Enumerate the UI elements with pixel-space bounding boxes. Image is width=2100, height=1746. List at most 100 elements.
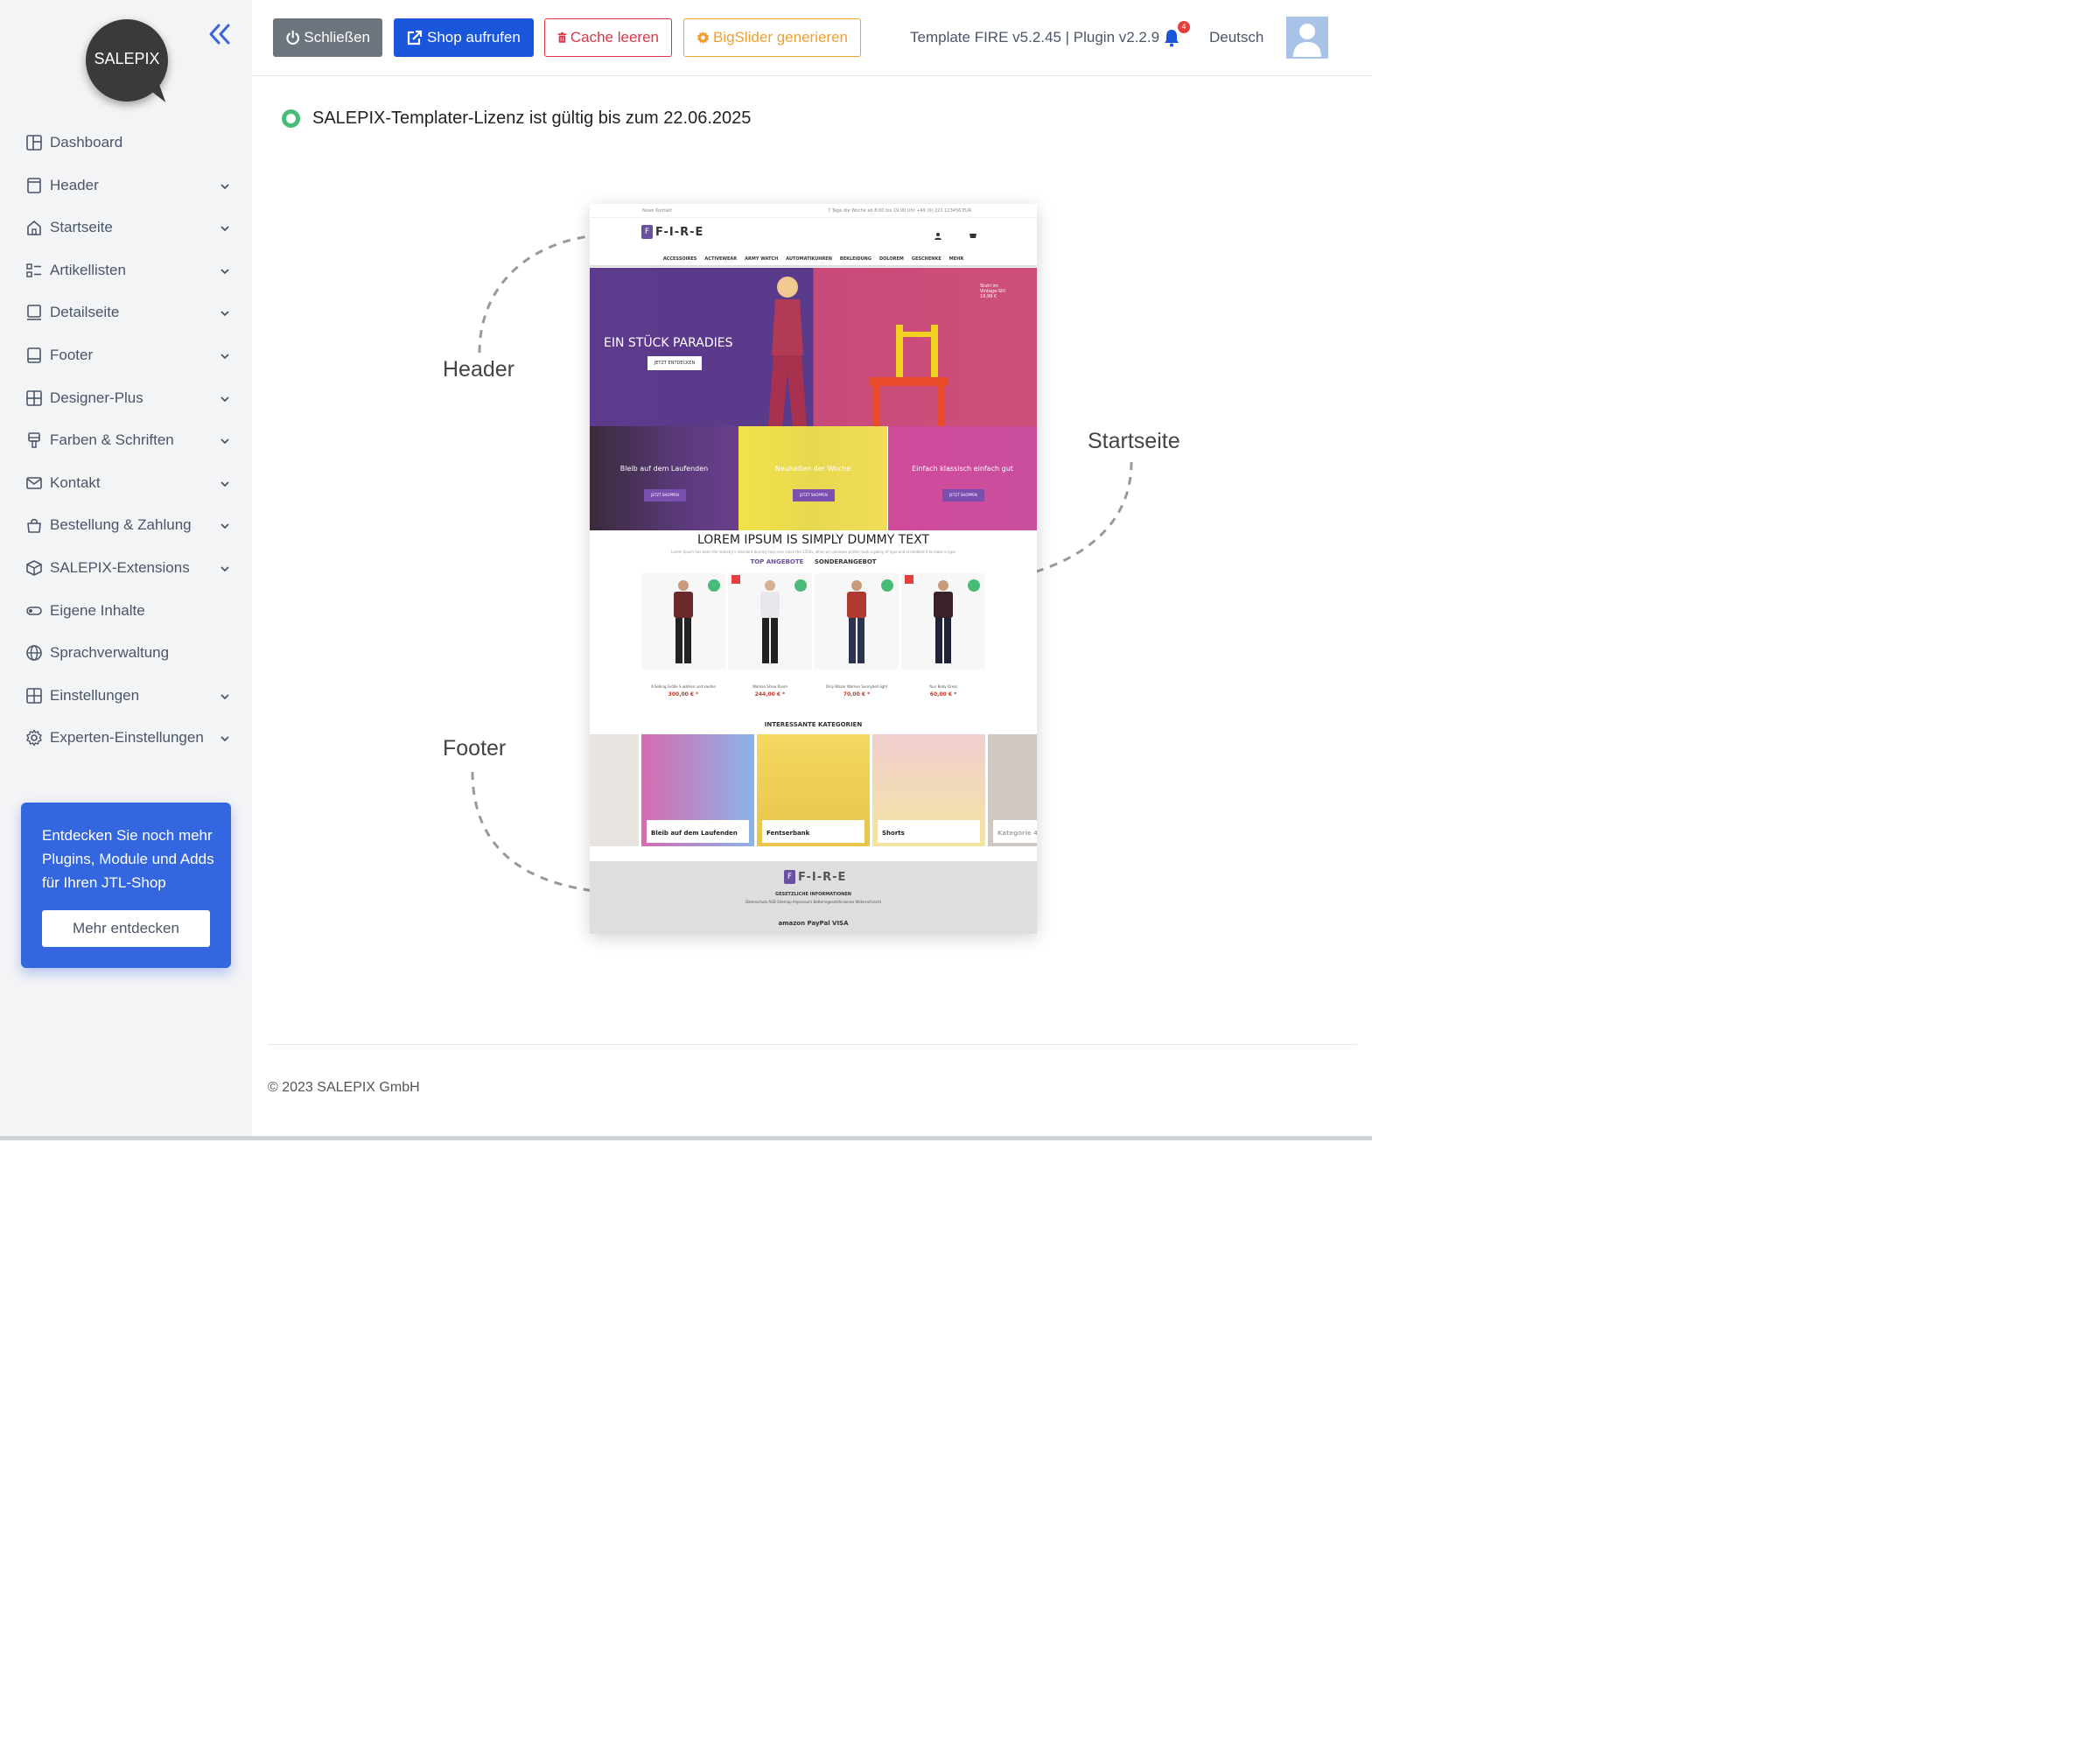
sidebar-item-label: SALEPIX-Extensions (50, 559, 190, 576)
preview-nav-item: ACCESSOIRES (662, 256, 697, 262)
preview-nav-item: GESCHENKE (911, 256, 942, 262)
preview-category: Fentserbank (757, 734, 870, 846)
preview-product-image (901, 573, 985, 670)
sidebar-item-sprachverwaltung[interactable]: Sprachverwaltung (0, 633, 252, 675)
sidebar-item-experten-einstellungen[interactable]: Experten-Einstellungen (0, 718, 252, 760)
sidebar-item-designer-plus[interactable]: Designer-Plus (0, 378, 252, 420)
detail-icon (27, 305, 41, 321)
sidebar-item-header[interactable]: Header (0, 165, 252, 207)
preview-banner: Neuheiten der Woche JETZT SHOPPEN (738, 426, 887, 530)
list-icon (26, 263, 41, 277)
annotation-startseite: Startseite (1088, 429, 1180, 453)
preview-nav-item: ACTIVEWEAR (704, 256, 738, 262)
preview-product-info: Woman Show Room 244,00 € * (728, 684, 812, 698)
preview-hero-side: Stuhl im Vintage-Stil 19,99 € (980, 284, 1005, 299)
sidebar-item-footer[interactable]: Footer (0, 335, 252, 377)
preview-footer-brand: F-I-R-E (798, 870, 847, 884)
sidebar-item-bestellung-zahlung[interactable]: Bestellung & Zahlung (0, 505, 252, 547)
preview-headline: LOREM IPSUM IS SIMPLY DUMMY TEXT (696, 533, 930, 547)
sidebar-item-label: Artikellisten (50, 261, 126, 278)
close-button[interactable]: Schließen (273, 18, 382, 57)
sidebar-item-label: Bestellung & Zahlung (50, 516, 192, 534)
chevron-down-icon (220, 481, 229, 487)
preview-product-price: 300,00 € * (668, 691, 699, 698)
sidebar-item-einstellungen[interactable]: Einstellungen (0, 676, 252, 718)
preview-product-price: 70,00 € * (843, 691, 871, 698)
sidebar-item-label: Einstellungen (50, 686, 140, 704)
sidebar-item-salepix-extensions[interactable]: SALEPIX-Extensions (0, 548, 252, 590)
preview-product-name: X-Selling Größe S wählen und kaufen (651, 684, 716, 689)
preview-category: Bleib auf dem Laufenden (641, 734, 754, 846)
promo-box: Entdecken Sie noch mehr Plugins, Module … (21, 803, 231, 968)
copyright: © 2023 SALEPIX GmbH (268, 1080, 420, 1095)
preview-product-name: Only Blazer Women Sunnybell light (825, 684, 888, 689)
preview-tabs: TOP ANGEBOTE SONDERANGEBOT (590, 558, 1037, 565)
promo-text: Entdecken Sie noch mehr Plugins, Module … (42, 827, 214, 891)
preview-category (590, 734, 639, 846)
basket-icon (27, 519, 41, 534)
sidebar-item-label: Detailseite (50, 304, 120, 321)
preview-product-name: Your Body Dress (928, 684, 958, 689)
preview-nav-item: DOLOREM (878, 256, 904, 262)
close-button-label: Schließen (304, 29, 370, 46)
sidebar-item-farben-schriften[interactable]: Farben & Schriften (0, 420, 252, 462)
cog-icon (696, 31, 710, 45)
avatar[interactable] (1286, 17, 1328, 59)
chevron-down-icon (220, 226, 229, 232)
sidebar-item-eigene-inhalte[interactable]: Eigene Inhalte (0, 591, 252, 633)
preview-footer: F F-I-R-E GESETZLICHE INFORMATIONEN Date… (590, 861, 1037, 934)
sidebar-item-detailseite[interactable]: Detailseite (0, 292, 252, 334)
dashboard-icon (26, 135, 42, 151)
trash-icon (557, 32, 567, 43)
preview-product-price: 244,00 € * (754, 691, 786, 698)
preview-banner: Einfach klassisch einfach gut JETZT SHOP… (888, 426, 1037, 530)
language-selector[interactable]: Deutsch (1209, 29, 1264, 46)
mehr-entdecken-button[interactable]: Mehr entdecken (42, 910, 210, 947)
chevron-down-icon (220, 183, 229, 189)
preview-tab: SONDERANGEBOT (814, 558, 877, 565)
sidebar-item-dashboard[interactable]: Dashboard (0, 123, 252, 165)
salepix-logo[interactable]: SALEPIX (86, 19, 168, 107)
preview-product-name: Woman Show Room (752, 684, 788, 689)
preview-product-info: Your Body Dress 60,00 € * (901, 684, 985, 698)
preview-banners: Bleib auf dem Laufenden JETZT SHOPPEN Ne… (590, 426, 1037, 530)
sidebar-item-kontakt[interactable]: Kontakt (0, 463, 252, 505)
shop-button-label: Shop aufrufen (427, 29, 521, 46)
preview-products (641, 573, 985, 670)
footer-icon (27, 347, 41, 363)
sidebar-item-label: Dashboard (50, 134, 123, 151)
chevron-down-icon (220, 438, 229, 445)
preview-categories-title: INTERESSANTE KATEGORIEN (764, 721, 863, 728)
layout-icon (26, 389, 42, 406)
sidebar-item-startseite[interactable]: Startseite (0, 207, 252, 249)
preview-hero: EIN STÜCK PARADIES JETZT ENTDECKEN Stuhl… (590, 268, 1037, 426)
chevron-down-icon (220, 269, 229, 275)
hero-chair-figure (870, 325, 948, 426)
user-icon (1293, 24, 1321, 57)
collapse-sidebar-icon[interactable] (207, 23, 232, 46)
preview-subline: Lorem Ipsum has been the industry's stan… (671, 550, 956, 554)
top-toolbar: Schließen Shop aufrufen Cache leeren Big… (252, 0, 1372, 76)
preview-footer-title: GESETZLICHE INFORMATIONEN (775, 892, 851, 897)
globe-icon (26, 645, 42, 661)
preview-nav-item: ARMY WATCH (745, 256, 779, 262)
power-icon (286, 30, 300, 45)
shop-preview-image: News Kontakt 7 Tage die Woche ab 8:00 bi… (590, 204, 1037, 934)
sidebar-item-label: Header (50, 176, 99, 193)
license-status: SALEPIX-Templater-Lizenz ist gültig bis … (282, 109, 751, 129)
license-text: SALEPIX-Templater-Lizenz ist gültig bis … (312, 109, 752, 128)
preview-category: Kategorie 4 (988, 734, 1037, 846)
bigslider-generieren-button[interactable]: BigSlider generieren (683, 18, 861, 57)
cache-button-label: Cache leeren (570, 29, 659, 46)
preview-user-icon (934, 233, 942, 240)
sidebar-item-artikellisten[interactable]: Artikellisten (0, 250, 252, 292)
cache-leeren-button[interactable]: Cache leeren (544, 18, 672, 57)
chevron-down-icon (220, 311, 229, 317)
shop-aufrufen-button[interactable]: Shop aufrufen (394, 18, 534, 57)
window-bottom-edge (0, 1136, 1372, 1140)
preview-category: Shorts (872, 734, 985, 846)
preview-category-label: Bleib auf dem Laufenden (647, 820, 749, 843)
preview-banner-button: JETZT SHOPPEN (942, 489, 984, 501)
chevron-down-icon (220, 566, 229, 572)
annotation-footer: Footer (443, 736, 507, 761)
